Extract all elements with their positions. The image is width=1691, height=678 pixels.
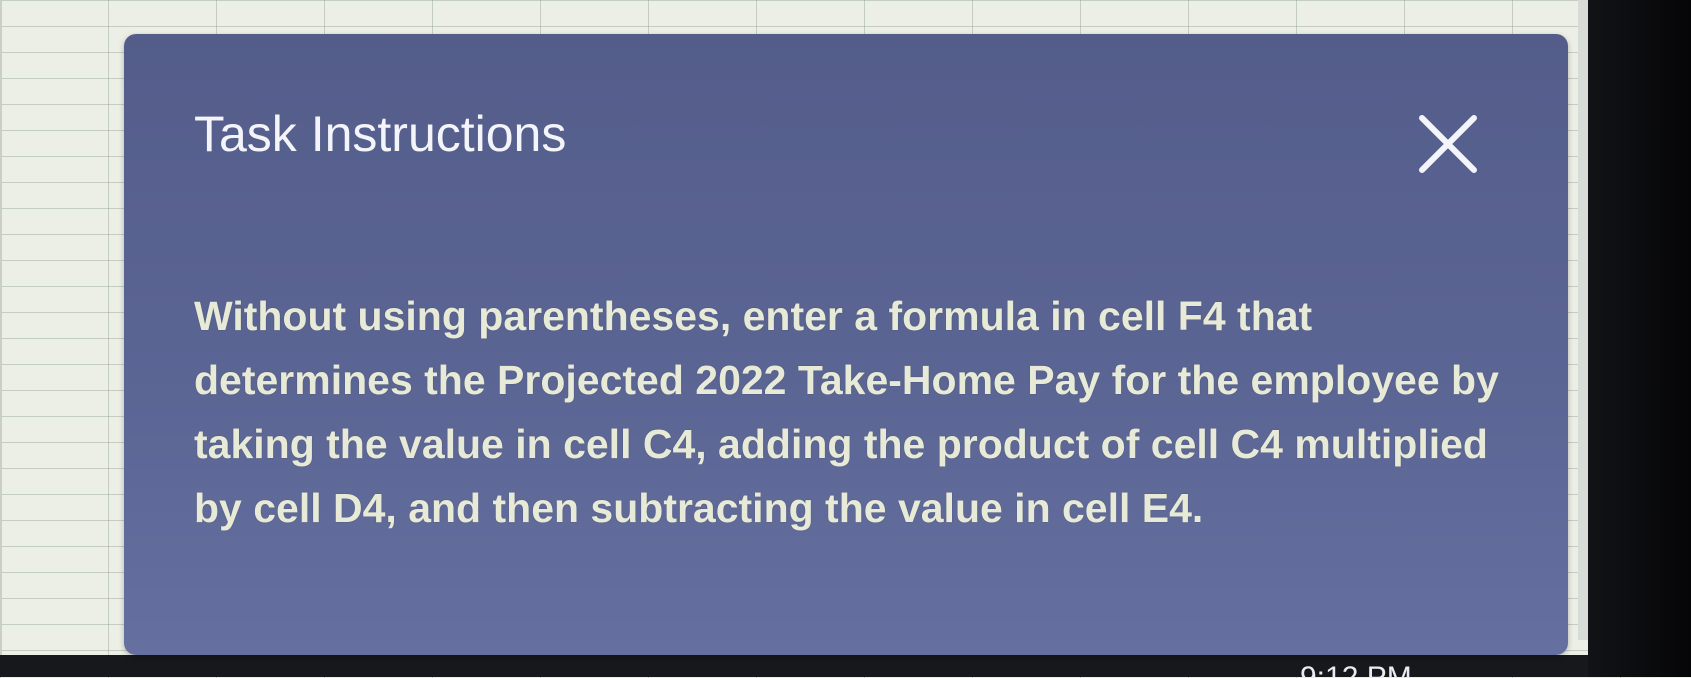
close-button[interactable] xyxy=(1408,104,1488,184)
screen-bezel xyxy=(1588,0,1691,677)
window-left-edge xyxy=(0,0,2,677)
window-right-border xyxy=(1578,0,1588,640)
task-instructions-text: Without using parentheses, enter a formu… xyxy=(194,293,1499,531)
task-instructions-dialog: Task Instructions Without using parenthe… xyxy=(124,34,1568,655)
dialog-title: Task Instructions xyxy=(194,106,567,162)
taskbar-clock[interactable]: 9:12 PM xyxy=(1300,658,1460,678)
close-icon xyxy=(1419,115,1477,173)
